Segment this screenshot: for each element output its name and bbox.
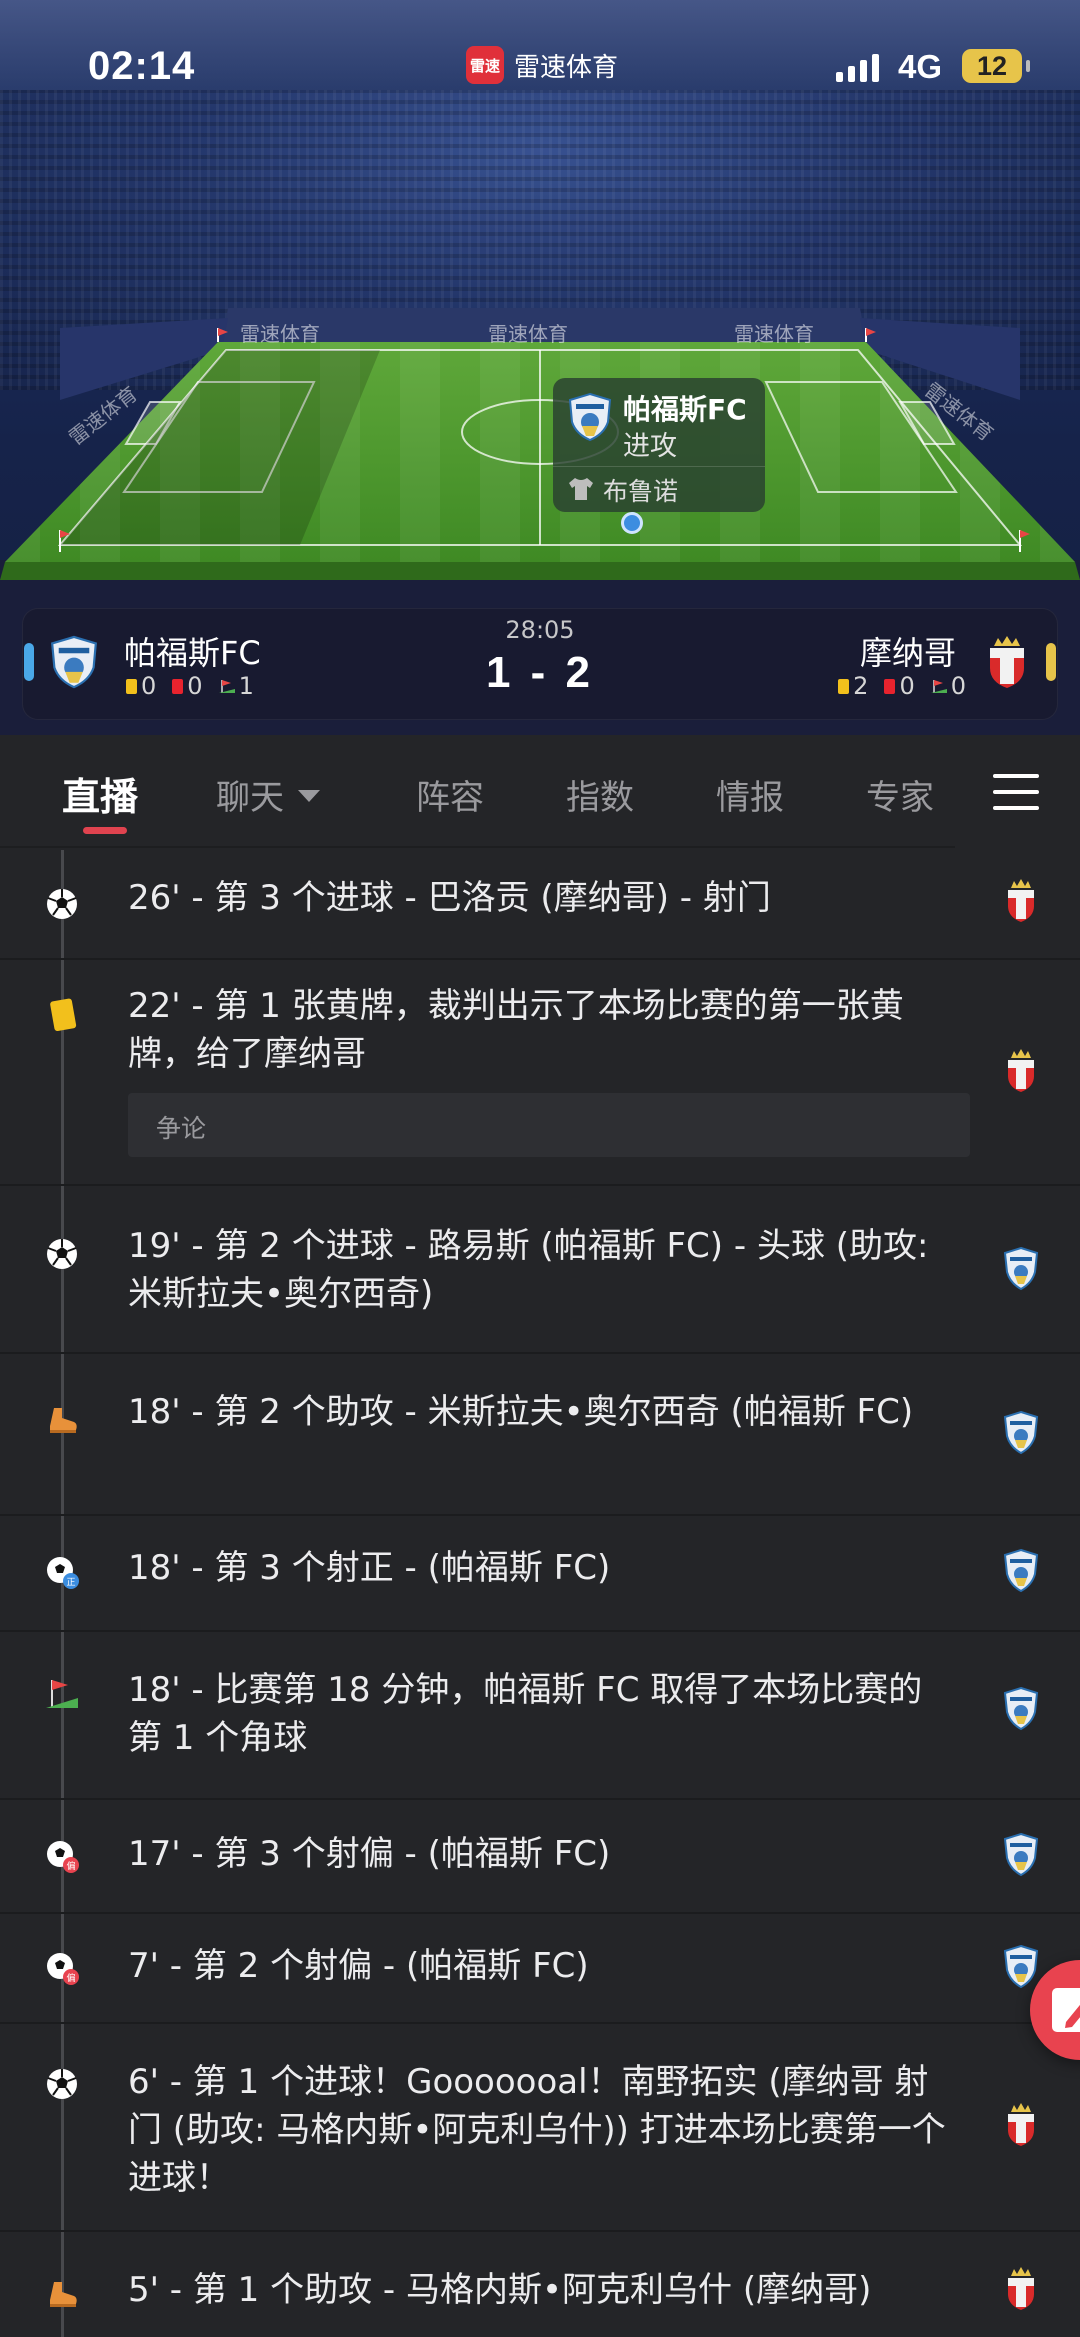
network-type: 4G [898, 48, 943, 85]
event-row[interactable]: 22' - 第 1 张黄牌，裁判出示了本场比赛的第一张黄牌，给了摩纳哥争论 [0, 960, 1080, 1186]
tab-experts[interactable]: 专家 [866, 770, 934, 819]
away-team-stats: 2 0 0 [838, 672, 966, 700]
home-yellow-cards: 0 [126, 672, 156, 700]
event-text: 6' - 第 1 个进球！Gooooooal！南野拓实 (摩纳哥 射门 (助攻:… [128, 2062, 946, 2198]
app-name: 雷速体育 [514, 52, 619, 83]
match-score: 1 - 2 [485, 648, 595, 697]
event-row[interactable]: 18' - 第 2 个助攻 - 米斯拉夫•奥尔西奇 (帕福斯 FC) [0, 1354, 1080, 1516]
away-team-crest-icon [1003, 878, 1039, 924]
shirt-icon [569, 478, 593, 500]
event-row[interactable]: 偏 17' - 第 3 个射偏 - (帕福斯 FC) [0, 1800, 1080, 1914]
red-card-icon [884, 678, 896, 694]
menu-icon[interactable] [993, 774, 1039, 814]
event-text: 26' - 第 3 个进球 - 巴洛贡 (摩纳哥) - 射门 [128, 878, 771, 918]
tabs-divider [0, 846, 955, 848]
corner-flag-icon [930, 680, 947, 693]
corner-flag-icon [218, 680, 235, 693]
away-team-crest-icon [1003, 1048, 1039, 1094]
svg-text:偏: 偏 [66, 1860, 75, 1872]
status-time: 02:14 [88, 44, 196, 88]
compose-button[interactable] [1030, 1960, 1080, 2060]
home-color-bar [24, 643, 34, 681]
boot-icon [44, 2274, 80, 2310]
svg-text:正: 正 [66, 1578, 75, 1588]
app-badge: 雷速 雷速体育 [466, 46, 618, 84]
away-team-crest-icon [1003, 2102, 1039, 2148]
ad-board-1: 雷速体育 [240, 322, 320, 346]
popup-action: 进攻 [623, 431, 677, 462]
event-text: 19' - 第 2 个进球 - 路易斯 (帕福斯 FC) - 头球 (助攻: 米… [128, 1226, 929, 1314]
home-team-crest-icon [1003, 1548, 1039, 1594]
event-text: 18' - 比赛第 18 分钟，帕福斯 FC 取得了本场比赛的第 1 个角球 [128, 1670, 923, 1758]
chevron-down-icon [298, 789, 320, 802]
away-team-crest-icon[interactable] [984, 634, 1030, 690]
event-text: 18' - 第 2 个助攻 - 米斯拉夫•奥尔西奇 (帕福斯 FC) [128, 1392, 914, 1432]
signal-icon [836, 52, 879, 82]
away-team-name[interactable]: 摩纳哥 [860, 628, 956, 674]
status-bar: 02:14 雷速 雷速体育 4G 12 [0, 0, 1080, 130]
app-logo-icon: 雷速 [466, 46, 504, 84]
event-text: 17' - 第 3 个射偏 - (帕福斯 FC) [128, 1834, 611, 1874]
away-yellow-cards: 2 [838, 672, 868, 700]
yellow-card-icon [44, 996, 80, 1032]
ad-board-2: 雷速体育 [488, 322, 568, 346]
home-team-crest-icon [1003, 1246, 1039, 1292]
event-tag[interactable]: 争论 [128, 1093, 970, 1157]
pencil-icon [1052, 1988, 1080, 2032]
home-red-cards: 0 [172, 672, 203, 700]
home-team-crest-icon[interactable] [50, 634, 98, 690]
home-team-crest-icon [1003, 1686, 1039, 1732]
home-team-crest-icon [568, 392, 612, 442]
attack-popup: 帕福斯FC 进攻 布鲁诺 [553, 378, 765, 512]
shot-off-target-icon: 偏 [44, 1838, 80, 1874]
event-row[interactable]: 5' - 第 1 个助攻 - 马格内斯•阿克利乌什 (摩纳哥) [0, 2232, 1080, 2337]
event-row[interactable]: 19' - 第 2 个进球 - 路易斯 (帕福斯 FC) - 头球 (助攻: 米… [0, 1186, 1080, 1354]
ball-icon [44, 1236, 80, 1272]
away-red-cards: 0 [884, 672, 915, 700]
ball-icon [44, 2066, 80, 2102]
event-text: 22' - 第 1 张黄牌，裁判出示了本场比赛的第一张黄牌，给了摩纳哥 [128, 986, 904, 1074]
home-team-stats: 0 0 1 [126, 672, 254, 700]
away-corners: 0 [930, 672, 966, 700]
ad-board-3: 雷速体育 [734, 322, 814, 346]
corner-flag-icon [44, 1676, 80, 1712]
tab-lineup[interactable]: 阵容 [416, 770, 484, 819]
active-tab-indicator [83, 827, 127, 834]
yellow-card-icon [126, 678, 137, 694]
event-row[interactable]: 正 18' - 第 3 个射正 - (帕福斯 FC) [0, 1516, 1080, 1632]
tab-intel[interactable]: 情报 [716, 770, 784, 819]
popup-team-name: 帕福斯FC [623, 393, 747, 426]
event-tag-label: 争论 [156, 1114, 207, 1143]
home-team-crest-icon [1003, 1410, 1039, 1456]
tab-live[interactable]: 直播 [62, 766, 138, 821]
home-corners: 1 [218, 672, 254, 700]
svg-text:偏: 偏 [66, 1972, 75, 1984]
event-text: 7' - 第 2 个射偏 - (帕福斯 FC) [128, 1946, 589, 1986]
event-text: 5' - 第 1 个助攻 - 马格内斯•阿克利乌什 (摩纳哥) [128, 2270, 872, 2310]
event-row[interactable]: 26' - 第 3 个进球 - 巴洛贡 (摩纳哥) - 射门 [0, 852, 1080, 960]
away-color-bar [1046, 643, 1056, 681]
popup-divider [553, 466, 765, 467]
event-row[interactable]: 6' - 第 1 个进球！Gooooooal！南野拓实 (摩纳哥 射门 (助攻:… [0, 2024, 1080, 2232]
yellow-card-icon [838, 678, 850, 694]
event-text: 18' - 第 3 个射正 - (帕福斯 FC) [128, 1548, 611, 1588]
shot-on-target-icon: 正 [44, 1554, 80, 1590]
boot-icon [44, 1400, 80, 1436]
home-team-crest-icon [1003, 1832, 1039, 1878]
away-team-crest-icon [1003, 2266, 1039, 2312]
home-team-name[interactable]: 帕福斯FC [124, 628, 261, 674]
event-row[interactable]: 偏 7' - 第 2 个射偏 - (帕福斯 FC) [0, 1914, 1080, 2024]
match-clock: 28:05 [505, 616, 575, 644]
event-row[interactable]: 18' - 比赛第 18 分钟，帕福斯 FC 取得了本场比赛的第 1 个角球 [0, 1632, 1080, 1800]
red-card-icon [172, 678, 184, 694]
tab-chat[interactable]: 聊天 [216, 770, 320, 819]
popup-player-name: 布鲁诺 [603, 477, 679, 506]
ball-icon [44, 886, 80, 922]
ball-position-marker [621, 512, 643, 534]
shot-off-target-icon: 偏 [44, 1950, 80, 1986]
tab-odds[interactable]: 指数 [566, 770, 634, 819]
battery-icon: 12 [962, 49, 1030, 83]
